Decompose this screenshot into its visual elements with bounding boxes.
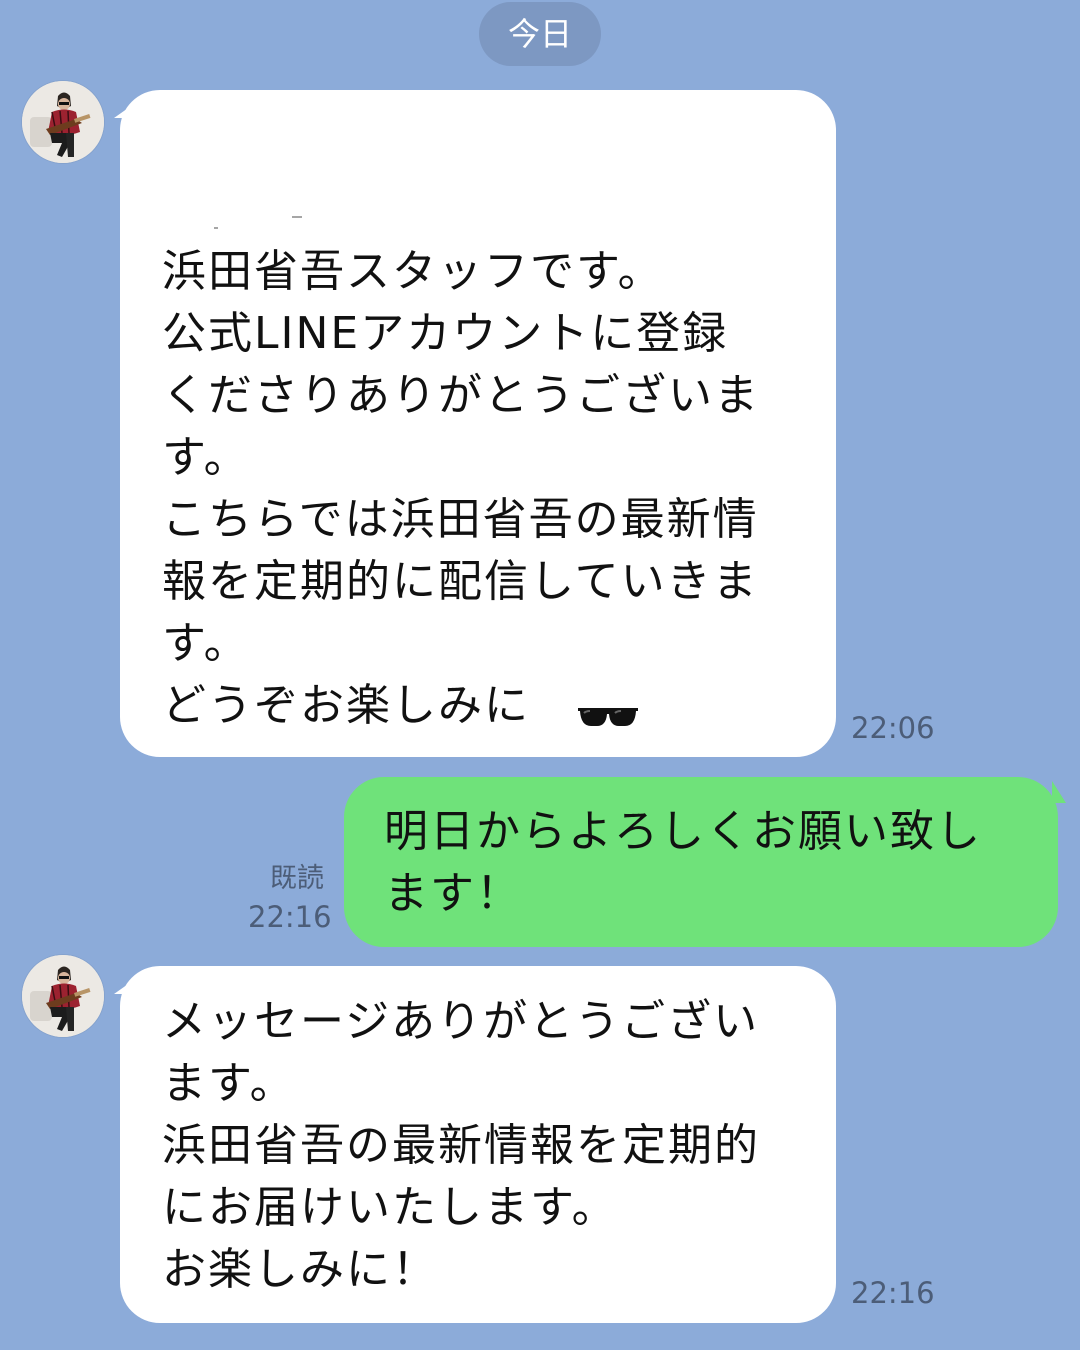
sunglasses-icon <box>576 687 640 726</box>
timestamp: 22:16 <box>851 1276 935 1310</box>
message-line: 報を定期的に配信していきま <box>162 556 759 607</box>
message-line: こちらでは浜田省吾の最新情 <box>162 494 759 545</box>
faint-mark <box>214 227 218 229</box>
message-line: くださりありがとうございま <box>162 370 760 421</box>
message-bubble-received[interactable]: 浜田省吾スタッフです。 公式LINEアカウントに登録 くださりありがとうございま… <box>120 90 836 757</box>
sender-avatar[interactable] <box>22 955 104 1037</box>
timestamp: 22:06 <box>851 711 935 745</box>
message-line: にお届けいたします。 <box>162 1182 618 1233</box>
message-bubble-sent[interactable]: 明日からよろしくお願い致し ます！ <box>344 777 1058 947</box>
message-line: どうぞお楽しみに <box>162 675 816 737</box>
message-bubble-received[interactable]: メッセージありがとうござい ます。 浜田省吾の最新情報を定期的 にお届けいたしま… <box>120 966 836 1323</box>
date-separator: 今日 <box>479 2 601 66</box>
message-line: ます。 <box>162 1058 296 1109</box>
message-line: 浜田省吾の最新情報を定期的 <box>162 1120 760 1171</box>
message-line: メッセージありがとうござい <box>162 996 760 1047</box>
faint-mark <box>292 216 302 218</box>
read-receipt: 既読 <box>270 863 324 894</box>
message-line: す。 <box>162 432 250 483</box>
message-line: お楽しみに！ <box>162 1244 438 1295</box>
message-line: 明日からよろしくお願い致し <box>384 806 982 857</box>
chat-view[interactable]: 今日 浜田省吾スタッフです。 公式LINEアカウントに登録 くださりありがとうご… <box>0 0 1080 1350</box>
message-line: 公式LINEアカウントに登録 <box>162 308 729 359</box>
message-line: 浜田省吾スタッフです。 <box>162 246 664 297</box>
timestamp: 22:16 <box>248 900 332 934</box>
message-line: す。 <box>162 618 250 669</box>
sender-avatar[interactable] <box>22 81 104 163</box>
message-line: ます！ <box>384 868 522 919</box>
